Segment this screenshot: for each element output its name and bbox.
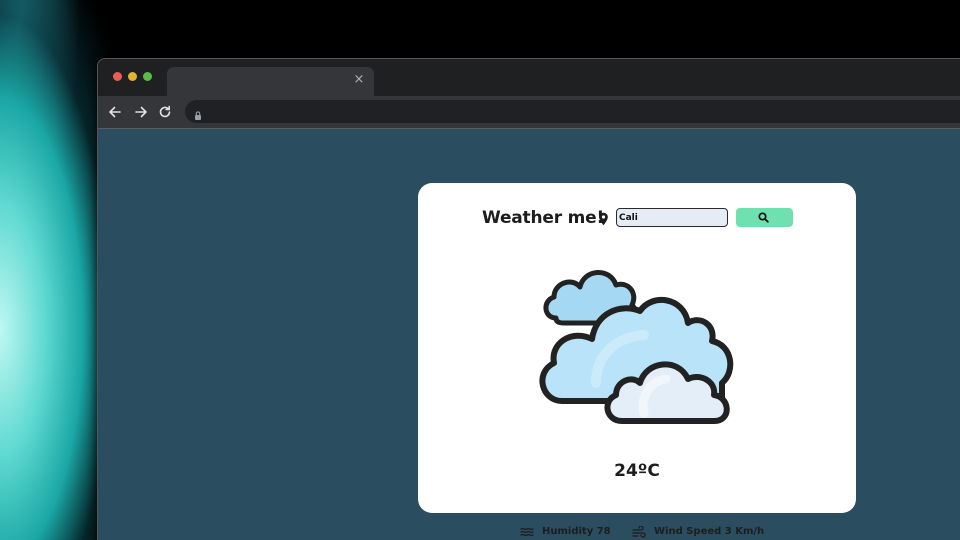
address-bar[interactable] [185,100,960,123]
temperature-readout: 24ºC [614,461,660,481]
card-header: Weather me! [418,207,856,229]
humidity-label: Humidity 78 [542,526,611,537]
browser-tab[interactable]: × [167,67,374,96]
lock-icon [193,106,203,120]
city-search-input[interactable] [616,208,728,227]
location-pin-icon [598,211,609,226]
close-window-button[interactable] [113,72,122,81]
minimize-window-button[interactable] [128,72,137,81]
humidity-icon [520,527,534,537]
weather-card: Weather me! Cali 24ºC Humidity 78 Wind S… [418,183,856,538]
maximize-window-button[interactable] [143,72,152,81]
back-arrow-icon[interactable] [105,102,125,122]
forward-arrow-icon[interactable] [131,102,151,122]
reload-icon[interactable] [155,102,175,122]
wind-label: Wind Speed 3 Km/h [654,526,765,537]
browser-titlebar: × [98,59,960,96]
browser-toolbar [98,96,960,129]
page-viewport: Weather me! Cali 24ºC Humidity 78 Wind S… [98,130,960,540]
browser-window: × Weather me! Cali 24ºC Humidity 78 Wind… [97,58,960,540]
tab-close-icon[interactable]: × [352,73,366,87]
search-button[interactable] [736,208,793,227]
search-icon [758,212,769,223]
wind-icon [632,526,646,538]
app-title: Weather me! [482,208,605,228]
cloudy-icon [536,263,741,425]
